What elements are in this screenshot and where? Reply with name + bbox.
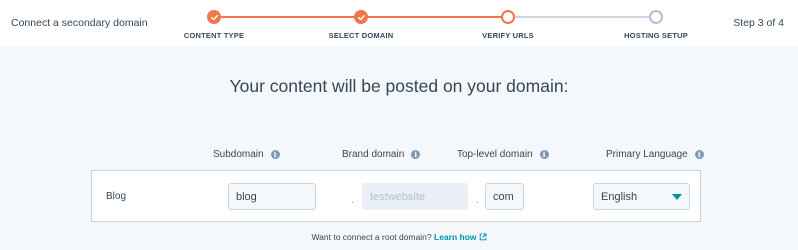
step-1-check-icon [207, 10, 221, 24]
tld-value: com [493, 190, 514, 203]
external-link-icon [479, 233, 487, 241]
step-label-verify-urls: VERIFY URLS [482, 31, 534, 40]
content-type-label: Blog [106, 191, 127, 202]
domain-separator: . [476, 195, 479, 206]
step-3-current-dot [501, 10, 515, 24]
primary-language-select[interactable]: English [593, 183, 690, 210]
info-icon[interactable]: i [411, 150, 421, 159]
chevron-down-icon [672, 193, 682, 200]
root-domain-text: Want to connect a root domain? [311, 232, 432, 242]
subdomain-value: blog [236, 190, 257, 203]
stepper-progress-line [361, 16, 508, 18]
step-2-check-icon [354, 10, 368, 24]
column-label: Brand domain [342, 149, 405, 160]
step-counter: Step 3 of 4 [733, 17, 784, 29]
column-label: Subdomain [213, 149, 264, 160]
column-label: Top-level domain [457, 149, 533, 160]
learn-how-link[interactable]: Learn how [434, 232, 487, 242]
info-icon[interactable]: i [694, 150, 704, 159]
step-label-hosting-setup: HOSTING SETUP [624, 31, 688, 40]
stepper-progress-line [214, 16, 361, 18]
stepper-remaining-line [508, 16, 656, 18]
subdomain-input[interactable]: blog [228, 183, 316, 210]
step-label-content-type: CONTENT TYPE [183, 31, 245, 40]
domain-separator: . [351, 195, 354, 206]
column-header-brand-domain: Brand domain i [342, 149, 421, 160]
learn-how-label: Learn how [434, 232, 477, 242]
root-domain-note: Want to connect a root domain? Learn how [0, 232, 798, 242]
brand-domain-placeholder: testwebsite [370, 190, 426, 203]
column-header-top-level-domain: Top-level domain i [457, 149, 549, 160]
step-4-todo-dot [649, 10, 663, 24]
column-label: Primary Language [606, 149, 688, 160]
content-headline: Your content will be posted on your doma… [229, 76, 569, 96]
language-value: English [601, 190, 638, 203]
column-header-subdomain: Subdomain i [213, 149, 280, 160]
tld-input[interactable]: com [485, 183, 524, 210]
step-label-select-domain: SELECT DOMAIN [328, 31, 394, 40]
info-icon[interactable]: i [539, 150, 549, 159]
info-icon[interactable]: i [270, 150, 280, 159]
column-header-primary-language: Primary Language i [606, 149, 704, 160]
brand-domain-field: testwebsite [362, 183, 468, 210]
page-title: Connect a secondary domain [11, 17, 148, 29]
